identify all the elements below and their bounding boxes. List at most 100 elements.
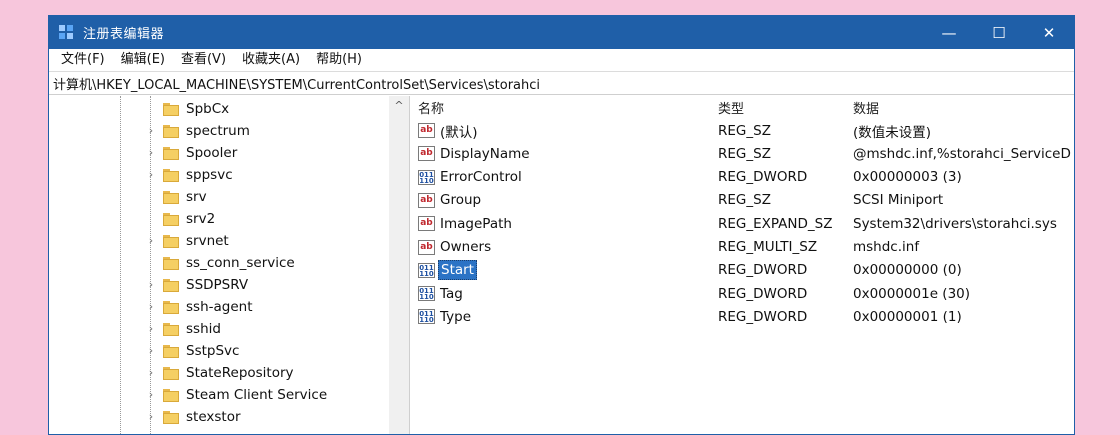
value-type: REG_SZ — [718, 145, 771, 162]
tree-item[interactable]: › StateRepository — [49, 362, 409, 384]
expand-chevron-icon[interactable]: › — [145, 411, 157, 423]
expand-chevron-icon[interactable]: › — [145, 279, 157, 291]
tree-item[interactable]: › ssh-agent — [49, 296, 409, 318]
expand-chevron-icon[interactable]: › — [145, 125, 157, 137]
tree-item-label: srv — [186, 189, 207, 205]
menu-help[interactable]: 帮助(H) — [308, 49, 370, 71]
value-data: 0x00000003 (3) — [853, 169, 962, 186]
binary-value-icon: 011 110 — [418, 262, 435, 278]
binary-value-icon: 011 110 — [418, 286, 435, 302]
expand-chevron-icon[interactable]: › — [145, 367, 157, 379]
folder-icon — [163, 300, 179, 314]
maximize-button[interactable]: ☐ — [974, 16, 1024, 49]
tree-item-label: SstpSvc — [186, 343, 240, 359]
value-data: (数值未设置) — [853, 124, 932, 141]
expand-chevron-icon[interactable]: › — [145, 301, 157, 313]
folder-icon — [163, 322, 179, 336]
string-value-icon: ab — [418, 146, 435, 162]
value-name: Group — [440, 192, 482, 209]
tree-item-label: SSDPSRV — [186, 277, 249, 293]
value-row[interactable]: ab (默认) REG_SZ (数值未设置) — [410, 119, 1074, 142]
binary-value-icon: 011 110 — [418, 169, 435, 185]
value-name: (默认) — [440, 124, 478, 141]
tree-item[interactable]: › Steam Client Service — [49, 384, 409, 406]
address-bar[interactable]: 计算机\HKEY_LOCAL_MACHINE\SYSTEM\CurrentCon… — [49, 72, 1074, 95]
tree-item[interactable]: SpbCx — [49, 98, 409, 120]
menu-view[interactable]: 查看(V) — [173, 49, 234, 71]
expand-chevron-icon[interactable]: › — [145, 235, 157, 247]
value-data: @mshdc.inf,%storahci_ServiceD — [853, 145, 1071, 162]
value-data: SCSI Miniport — [853, 192, 944, 209]
value-row[interactable]: 011 110 Tag REG_DWORD 0x0000001e (30) — [410, 282, 1074, 305]
tree-item[interactable]: › SstpSvc — [49, 340, 409, 362]
tree-item[interactable]: › srvnet — [49, 230, 409, 252]
string-value-icon: ab — [418, 123, 435, 138]
expand-chevron-icon[interactable]: › — [145, 147, 157, 159]
tree-item[interactable]: ss_conn_service — [49, 252, 409, 274]
menu-file[interactable]: 文件(F) — [53, 49, 113, 71]
value-name: ImagePath — [440, 215, 512, 232]
value-row[interactable]: 011 110 Start REG_DWORD 0x00000000 (0) — [410, 259, 1074, 282]
column-header-data[interactable]: 数据 — [853, 98, 879, 117]
tree-item-label: srvnet — [186, 233, 229, 249]
tree-item[interactable]: › spectrum — [49, 120, 409, 142]
value-row[interactable]: ab ImagePath REG_EXPAND_SZ System32\drivers… — [410, 212, 1074, 235]
column-header: 名称 类型 数据 — [410, 96, 1074, 118]
column-header-name[interactable]: 名称 — [418, 98, 444, 117]
scroll-up-arrow-icon[interactable]: ^ — [389, 96, 409, 114]
tree-item[interactable]: › sppsvc — [49, 164, 409, 186]
string-value-icon: ab — [418, 216, 435, 232]
menu-edit[interactable]: 编辑(E) — [113, 49, 173, 71]
value-data: mshdc.inf — [853, 239, 920, 255]
value-row[interactable]: 011 110 ErrorControl REG_DWORD 0x00000003 (… — [410, 166, 1074, 189]
folder-icon — [163, 190, 179, 204]
folder-icon — [163, 410, 179, 424]
value-row[interactable]: 011 110 Type REG_DWORD 0x00000001 (1) — [410, 305, 1074, 328]
tree-item[interactable]: › SSDPSRV — [49, 274, 409, 296]
tree-item-label: ss_conn_service — [186, 255, 295, 271]
folder-icon — [163, 388, 179, 402]
address-path: 计算机\HKEY_LOCAL_MACHINE\SYSTEM\CurrentCon… — [53, 77, 541, 93]
menu-favorites[interactable]: 收藏夹(A) — [234, 49, 308, 71]
folder-icon — [163, 256, 179, 270]
registry-editor-window: 注册表编辑器 — ☐ ✕ 文件(F) 编辑(E) 查看(V) 收藏夹(A) 帮助… — [48, 15, 1075, 435]
value-row[interactable]: ab Owners REG_MULTI_SZ mshdc.inf — [410, 236, 1074, 259]
tree-item-label: spectrum — [186, 123, 250, 139]
tree-scrollbar[interactable]: ^ — [389, 96, 409, 434]
registry-editor-icon — [59, 24, 75, 41]
tree-item[interactable]: srv — [49, 186, 409, 208]
expand-chevron-icon[interactable]: › — [145, 389, 157, 401]
tree-item[interactable]: › sshid — [49, 318, 409, 340]
expand-chevron-icon[interactable]: › — [145, 345, 157, 357]
expand-chevron-icon[interactable]: › — [145, 323, 157, 335]
value-name: Start — [438, 260, 477, 281]
tree-item[interactable]: › Spooler — [49, 142, 409, 164]
tree-item-label: ssh-agent — [186, 299, 253, 315]
menu-bar: 文件(F) 编辑(E) 查看(V) 收藏夹(A) 帮助(H) — [49, 49, 1074, 72]
folder-icon — [163, 234, 179, 248]
value-data: 0x0000001e (30) — [853, 285, 971, 302]
value-name: ErrorControl — [440, 169, 522, 186]
value-data: System32\drivers\storahci.sys — [853, 215, 1057, 232]
title-bar[interactable]: 注册表编辑器 — ☐ ✕ — [49, 16, 1074, 49]
value-name: Tag — [440, 285, 463, 302]
value-data: 0x00000000 (0) — [853, 262, 962, 279]
value-type: REG_DWORD — [718, 262, 808, 279]
value-name: DisplayName — [440, 145, 530, 162]
tree-item-label: stexstor — [186, 409, 241, 425]
value-row[interactable]: ab Group REG_SZ SCSI Miniport — [410, 189, 1074, 212]
column-header-type[interactable]: 类型 — [718, 98, 744, 117]
values-pane: 名称 类型 数据 ab (默认) REG_SZ (数值未设置) ab DisplayNam… — [410, 96, 1074, 434]
minimize-button[interactable]: — — [924, 16, 974, 49]
expand-chevron-icon[interactable]: › — [145, 169, 157, 181]
string-value-icon: ab — [418, 192, 435, 208]
tree-item[interactable]: srv2 — [49, 208, 409, 230]
close-button[interactable]: ✕ — [1024, 16, 1074, 49]
value-row[interactable]: ab DisplayName REG_SZ @mshdc.inf,%storahci_… — [410, 142, 1074, 165]
value-type: REG_DWORD — [718, 308, 808, 325]
folder-icon — [163, 124, 179, 138]
tree-item-label: Spooler — [186, 145, 238, 161]
value-type: REG_MULTI_SZ — [718, 239, 818, 255]
tree-item[interactable]: › stexstor — [49, 406, 409, 428]
binary-value-icon: 011 110 — [418, 309, 435, 325]
